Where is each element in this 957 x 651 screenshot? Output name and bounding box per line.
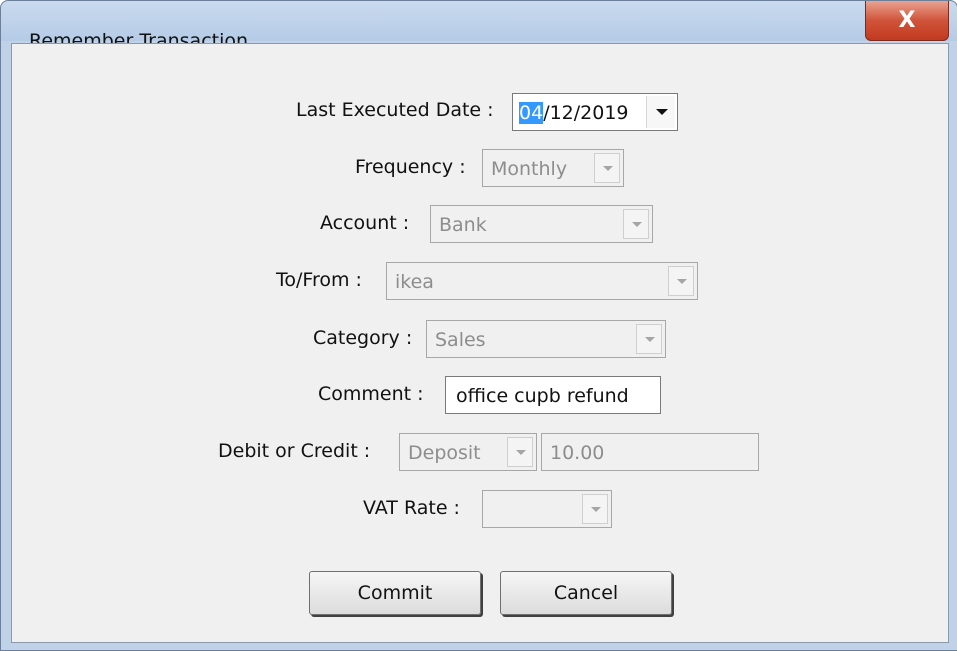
cancel-button[interactable]: Cancel [500,571,672,615]
close-icon: X [898,8,916,33]
title-bar[interactable]: Remember Transaction X [1,1,957,52]
chevron-down-icon[interactable] [594,153,620,183]
frequency-select[interactable]: Monthly [482,149,624,187]
amount-value: 10.00 [550,442,605,464]
last-executed-date-picker[interactable]: 04/12/2019 [512,93,678,131]
date-selected-segment: 04 [519,102,544,124]
to-from-label: To/From : [276,269,362,291]
account-value: Bank [439,214,487,236]
category-value: Sales [435,329,486,351]
chevron-down-icon[interactable] [507,437,533,467]
to-from-select[interactable]: ikea [386,262,698,300]
debit-credit-value: Deposit [408,442,481,464]
last-executed-date-label: Last Executed Date : [296,99,494,121]
account-label: Account : [320,212,410,234]
account-select[interactable]: Bank [430,205,653,243]
date-rest: /12/2019 [543,102,629,124]
commit-button[interactable]: Commit [309,571,481,615]
debit-credit-select[interactable]: Deposit [399,433,537,471]
category-select[interactable]: Sales [426,320,666,358]
dialog-body: Last Executed Date : 04/12/2019 Frequenc… [11,43,949,643]
close-button[interactable]: X [865,1,949,41]
category-label: Category : [313,327,413,349]
vat-rate-select[interactable] [482,490,612,528]
chevron-down-icon[interactable] [623,209,649,239]
chevron-down-icon[interactable] [636,324,662,354]
frequency-value: Monthly [491,158,568,180]
vat-rate-label: VAT Rate : [363,497,460,519]
to-from-value: ikea [395,271,434,293]
chevron-down-icon[interactable] [646,96,675,128]
chevron-down-icon[interactable] [668,266,694,296]
chevron-down-icon[interactable] [582,494,608,524]
dialog-window: Remember Transaction X Last Executed Dat… [0,0,957,651]
amount-input[interactable]: 10.00 [541,433,759,471]
comment-input[interactable]: office cupb refund [445,376,661,414]
debit-credit-label: Debit or Credit : [218,440,371,462]
comment-label: Comment : [318,383,424,405]
comment-value: office cupb refund [456,385,629,407]
frequency-label: Frequency : [355,156,466,178]
